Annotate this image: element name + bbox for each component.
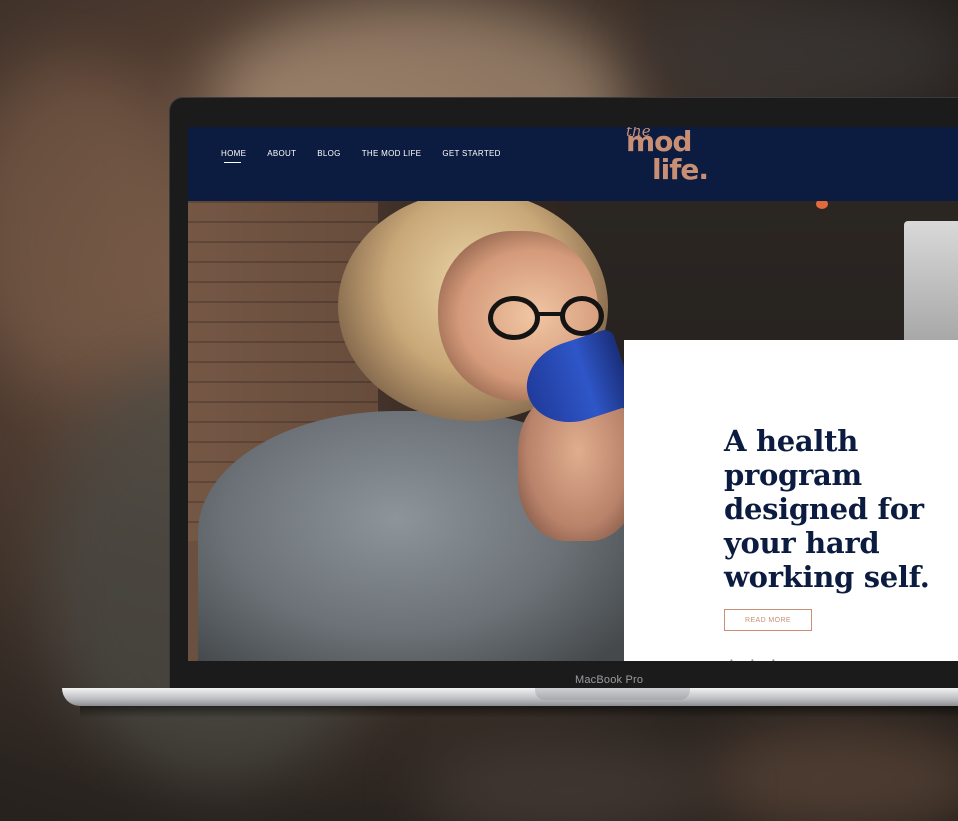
- site-logo[interactable]: the mod life.: [626, 127, 716, 192]
- laptop-base: [62, 688, 958, 706]
- nav-item-home[interactable]: HOME: [221, 149, 246, 163]
- main-nav: HOME ABOUT BLOG THE MOD LIFE GET STARTED: [221, 149, 522, 163]
- laptop-shadow: [80, 704, 958, 718]
- slider-dots[interactable]: • • •: [730, 656, 783, 661]
- nav-item-about[interactable]: ABOUT: [267, 149, 296, 158]
- hero-card: A health program designed for your hard …: [624, 340, 958, 661]
- nav-item-get-started[interactable]: GET STARTED: [442, 149, 500, 158]
- laptop-notch: [535, 688, 690, 700]
- logo-line-life: life.: [652, 153, 709, 186]
- laptop-screen: HOME ABOUT BLOG THE MOD LIFE GET STARTED…: [188, 127, 958, 661]
- device-label: MacBook Pro: [575, 674, 644, 686]
- read-more-button[interactable]: READ MORE: [724, 609, 812, 631]
- nav-item-blog[interactable]: BLOG: [317, 149, 340, 158]
- nav-item-the-mod-life[interactable]: THE MOD LIFE: [362, 149, 422, 158]
- hero-headline: A health program designed for your hard …: [724, 424, 930, 594]
- site-header: HOME ABOUT BLOG THE MOD LIFE GET STARTED…: [188, 127, 958, 201]
